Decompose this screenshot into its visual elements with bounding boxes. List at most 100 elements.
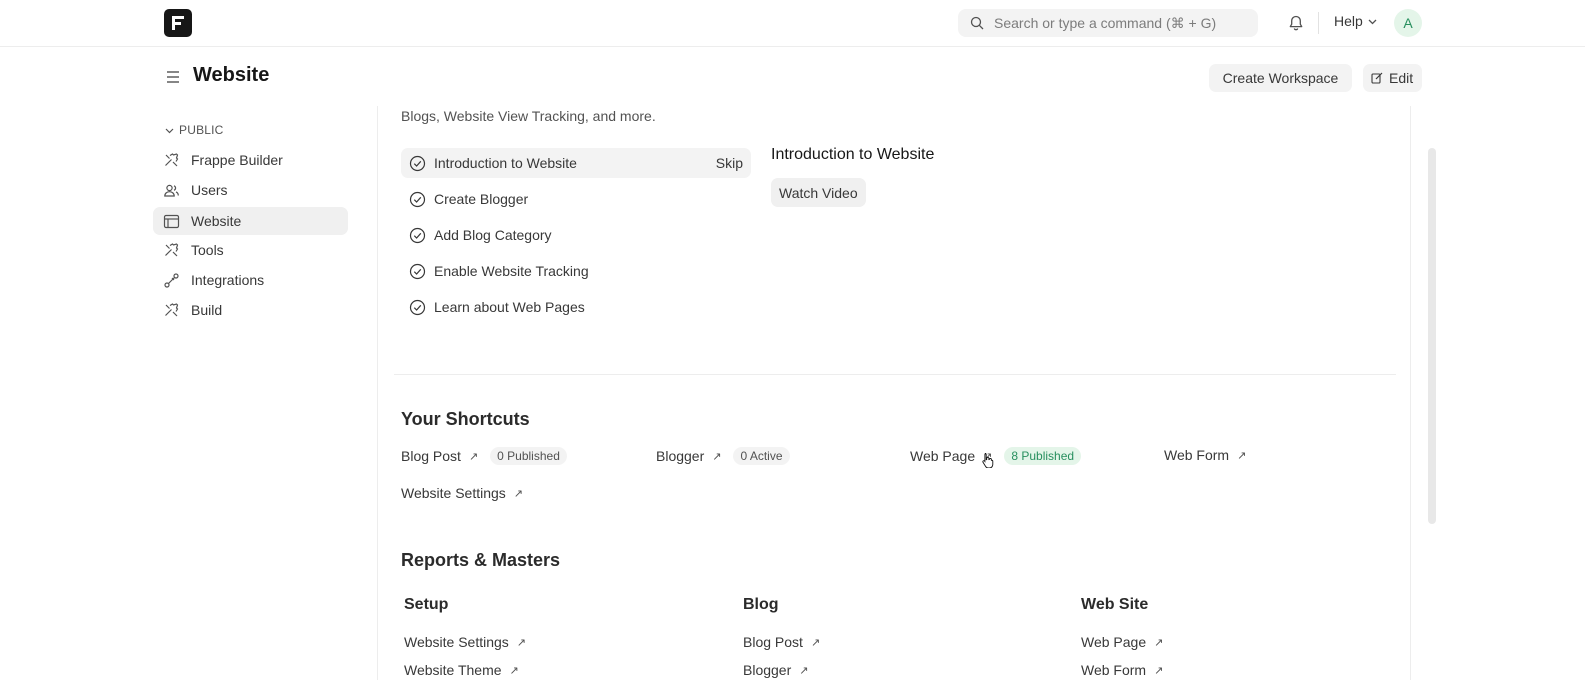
frappe-logo-icon (172, 16, 184, 30)
onboarding-step[interactable]: Enable Website Tracking (401, 256, 751, 286)
shortcut-website-settings[interactable]: Website Settings ↗ (401, 485, 523, 501)
app-logo[interactable] (164, 9, 192, 37)
report-link[interactable]: Blog Post ↗ (743, 634, 820, 650)
arrow-up-right-icon: ↗ (810, 636, 821, 649)
onboarding-step-label: Add Blog Category (434, 227, 552, 243)
main-panel-border-left (377, 106, 378, 680)
sidebar-item-users[interactable]: Users (153, 176, 348, 204)
check-circle-icon (409, 227, 426, 243)
arrow-up-right-icon: ↗ (1154, 636, 1164, 649)
edit-button[interactable]: Edit (1363, 64, 1422, 92)
scrollbar-thumb[interactable] (1428, 148, 1436, 524)
status-badge: 0 Published (490, 447, 567, 465)
report-link[interactable]: Website Theme ↗ (404, 662, 519, 678)
sidebar-item-build[interactable]: Build (153, 296, 348, 324)
sidebar-item-tools[interactable]: Tools (153, 236, 348, 264)
search-icon (970, 16, 984, 30)
shortcut-blogger[interactable]: Blogger ↗ 0 Active (656, 447, 790, 465)
status-badge: 8 Published (1004, 447, 1082, 465)
report-link-label: Web Form (1081, 662, 1147, 678)
chevron-down-icon (1368, 19, 1377, 24)
shortcut-web-page[interactable]: Web Page ↗ 8 Published (910, 447, 1082, 465)
sidebar-item-frappe-builder[interactable]: Frappe Builder (153, 146, 348, 174)
report-link-label: Blogger (743, 662, 792, 678)
user-avatar[interactable]: A (1394, 9, 1422, 37)
shortcut-label: Web Page (910, 448, 976, 464)
browser-icon (163, 214, 180, 228)
shortcut-blog-post[interactable]: Blog Post ↗ 0 Published (401, 447, 567, 465)
skip-button[interactable]: Skip (716, 155, 743, 171)
help-label: Help (1334, 13, 1363, 29)
onboarding-step[interactable]: Create Blogger (401, 184, 751, 214)
card-title-web-site: Web Site (1081, 596, 1149, 613)
arrow-up-right-icon: ↗ (513, 487, 524, 500)
onboarding-step[interactable]: Learn about Web Pages (401, 292, 751, 322)
report-link[interactable]: Web Form ↗ (1081, 662, 1163, 678)
report-link-label: Blog Post (743, 634, 803, 650)
onboarding-step-label: Introduction to Website (434, 155, 577, 171)
check-circle-icon (409, 263, 426, 279)
onboarding-step[interactable]: Add Blog Category (401, 220, 751, 250)
report-link-label: Website Settings (404, 634, 509, 650)
search-bar[interactable] (958, 9, 1258, 37)
reports-title: Reports & Masters (401, 550, 561, 570)
arrow-up-right-icon: ↗ (712, 450, 722, 463)
sidebar-item-website[interactable]: Website (153, 207, 348, 235)
check-circle-icon (409, 155, 426, 171)
arrow-up-right-icon: ↗ (509, 664, 519, 677)
report-link[interactable]: Blogger ↗ (743, 662, 808, 678)
edit-label: Edit (1389, 70, 1414, 86)
navbar-divider (1318, 12, 1319, 34)
edit-icon (1371, 72, 1383, 84)
avatar-initial: A (1403, 15, 1413, 31)
report-link[interactable]: Web Page ↗ (1081, 634, 1163, 650)
sidebar-section-label: PUBLIC (179, 123, 224, 137)
navbar: Help A (0, 0, 1585, 47)
onboarding-step-label: Learn about Web Pages (434, 299, 585, 315)
shortcut-label: Blogger (656, 448, 705, 464)
check-circle-icon (409, 191, 426, 207)
users-icon (164, 184, 179, 197)
card-title-blog: Blog (743, 596, 779, 613)
help-menu[interactable]: Help (1334, 13, 1378, 29)
page-title: Website (193, 64, 270, 86)
tools-icon (165, 152, 179, 166)
shortcut-label: Web Form (1164, 447, 1230, 463)
search-input[interactable] (994, 15, 1244, 31)
sidebar-item-label: Build (191, 302, 223, 318)
main-panel-border-right (1410, 106, 1411, 680)
sidebar-item-label: Frappe Builder (191, 152, 283, 168)
sidebar-section-public[interactable]: PUBLIC (164, 123, 224, 137)
notification-bell-icon[interactable] (1287, 14, 1305, 32)
watch-video-button[interactable]: Watch Video (771, 178, 866, 207)
create-workspace-label: Create Workspace (1222, 70, 1339, 86)
watch-video-label: Watch Video (779, 184, 858, 201)
onboarding-description: Blogs, Website View Tracking, and more. (401, 108, 656, 124)
card-title-setup: Setup (404, 596, 449, 613)
onboarding-step-label: Create Blogger (434, 191, 529, 207)
chevron-down-icon (165, 128, 174, 133)
report-link[interactable]: Website Settings ↗ (404, 634, 526, 650)
hamburger-menu-icon[interactable] (164, 68, 182, 86)
onboarding-step-title: Introduction to Website (771, 146, 935, 163)
shortcut-label: Blog Post (401, 448, 461, 464)
create-workspace-button[interactable]: Create Workspace (1209, 64, 1352, 92)
sidebar-item-label: Website (191, 213, 242, 229)
tools-icon (165, 302, 179, 316)
status-badge: 0 Active (733, 447, 790, 465)
mouse-pointer-icon (982, 453, 994, 468)
arrow-up-right-icon: ↗ (1237, 449, 1247, 462)
shortcuts-title: Your Shortcuts (401, 409, 530, 429)
report-link-label: Website Theme (404, 662, 502, 678)
arrow-up-right-icon: ↗ (1154, 664, 1164, 677)
shortcut-label: Website Settings (401, 485, 506, 501)
onboarding-step[interactable]: Introduction to Website Skip (401, 148, 751, 178)
sidebar-item-integrations[interactable]: Integrations (153, 266, 348, 294)
report-link-label: Web Page (1081, 634, 1147, 650)
shortcut-web-form[interactable]: Web Form ↗ (1164, 447, 1246, 463)
arrow-up-right-icon: ↗ (516, 636, 527, 649)
tools-icon (165, 242, 179, 256)
sidebar-item-label: Users (191, 182, 228, 198)
check-circle-icon (409, 299, 426, 315)
integration-icon (164, 272, 179, 288)
